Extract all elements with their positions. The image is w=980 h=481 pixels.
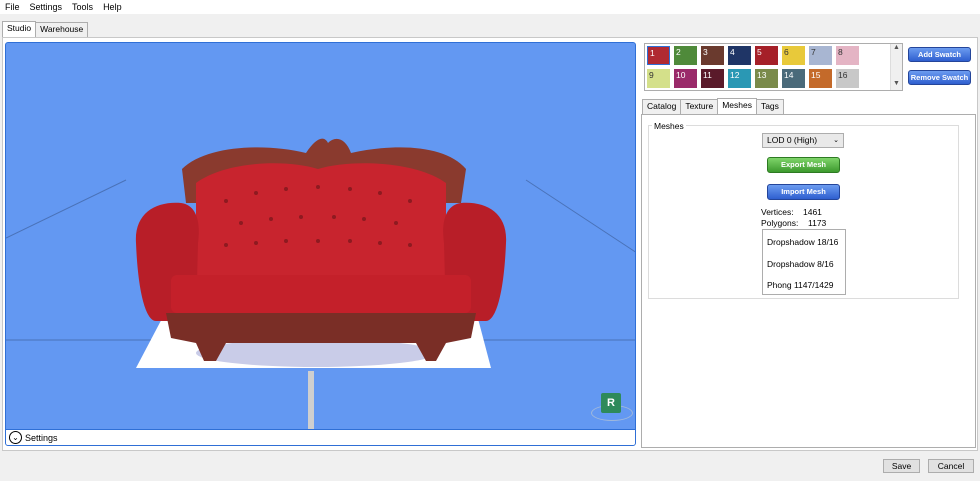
property-tabs: Catalog Texture Meshes Tags [642,98,784,114]
swatch[interactable]: 13 [755,69,778,88]
polygons-label: Polygons: [761,218,799,228]
swatch-panel: 1 2 3 4 5 6 7 8 9 10 11 12 13 14 15 16 ▲… [644,43,903,91]
menu-tools[interactable]: Tools [67,0,98,14]
grid-line [525,179,635,253]
swatch[interactable]: 7 [809,46,832,65]
export-mesh-button[interactable]: Export Mesh [767,157,840,173]
swatch-scrollbar[interactable]: ▲ ▼ [890,44,902,90]
swatch[interactable]: 6 [782,46,805,65]
axis-pole [308,371,314,431]
vertices-label: Vertices: [761,207,794,217]
tab-catalog[interactable]: Catalog [642,99,682,114]
swatch[interactable]: 9 [647,69,670,88]
tab-meshes[interactable]: Meshes [717,98,757,114]
swatch-label: 2 [676,47,681,57]
menu-help[interactable]: Help [98,0,127,14]
vertices-value: 1461 [803,207,822,217]
swatch[interactable]: 4 [728,46,751,65]
grid-line [6,179,127,239]
swatch-label: 3 [703,47,708,57]
scroll-down-icon[interactable]: ▼ [891,80,902,88]
add-swatch-button[interactable]: Add Swatch [908,47,971,62]
orientation-badge[interactable]: R [601,393,621,413]
swatch[interactable]: 16 [836,69,859,88]
chevron-down-icon: ⌄ [833,137,839,144]
save-button[interactable]: Save [883,459,920,473]
shader-list: Dropshadow 18/16 Dropshadow 8/16 Phong 1… [762,229,846,295]
main-tabs: Studio Warehouse [2,21,89,37]
menu-file[interactable]: File [0,0,25,14]
sofa-model [135,138,507,361]
swatch-label: 14 [784,70,794,80]
menu-settings[interactable]: Settings [25,0,68,14]
3d-viewport[interactable]: R ⌄ Settings [5,42,636,446]
meshes-group-title: Meshes [652,121,686,131]
viewport-scene [6,138,635,431]
swatch[interactable]: 10 [674,69,697,88]
chevron-down-icon[interactable]: ⌄ [9,431,22,444]
list-item[interactable]: Phong 1147/1429 [767,280,834,290]
swatch-label: 6 [784,47,789,57]
swatch-label: 9 [649,70,654,80]
scroll-up-icon[interactable]: ▲ [891,44,902,52]
swatch-label: 12 [730,70,740,80]
list-item[interactable]: Dropshadow 18/16 [767,237,838,247]
lod-select-value: LOD 0 (High) [767,135,818,145]
tab-texture[interactable]: Texture [680,99,719,114]
swatch[interactable]: 15 [809,69,832,88]
tab-tags[interactable]: Tags [755,99,784,114]
list-item[interactable]: Dropshadow 8/16 [767,259,834,269]
swatch-label: 5 [757,47,762,57]
polygons-value: 1173 [808,218,827,228]
tab-warehouse[interactable]: Warehouse [35,22,89,37]
swatch[interactable]: 3 [701,46,724,65]
cancel-button[interactable]: Cancel [928,459,974,473]
tab-studio[interactable]: Studio [2,21,37,37]
viewport-settings-bar[interactable]: ⌄ Settings [6,429,635,445]
swatch[interactable]: 5 [755,46,778,65]
menu-bar: File Settings Tools Help [0,0,980,14]
swatch[interactable]: 2 [674,46,697,65]
swatch-label: 13 [757,70,767,80]
swatch[interactable]: 8 [836,46,859,65]
viewport-settings-label: Settings [25,432,58,443]
swatch[interactable]: 1 [647,46,670,65]
lod-select[interactable]: LOD 0 (High) ⌄ [762,133,844,148]
swatch-label: 10 [676,70,686,80]
swatch-label: 1 [650,48,655,58]
swatch-label: 4 [730,47,735,57]
swatch-label: 15 [811,70,821,80]
swatch[interactable]: 11 [701,69,724,88]
swatch-label: 11 [703,70,712,80]
remove-swatch-button[interactable]: Remove Swatch [908,70,971,85]
swatch-label: 16 [838,70,848,80]
import-mesh-button[interactable]: Import Mesh [767,184,840,200]
swatch[interactable]: 12 [728,69,751,88]
swatch-label: 7 [811,47,816,57]
swatch-label: 8 [838,47,843,57]
sofa-shadow [196,339,436,367]
swatch[interactable]: 14 [782,69,805,88]
